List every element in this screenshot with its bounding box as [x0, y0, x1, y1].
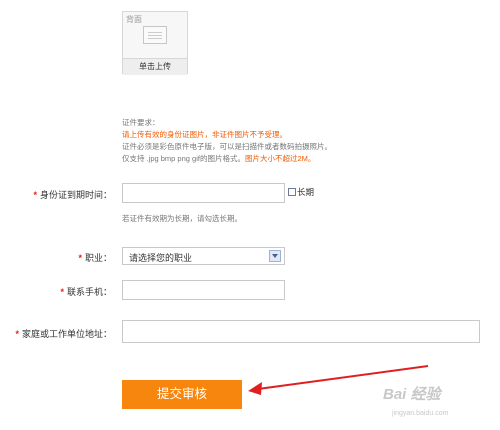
required-star: * — [78, 253, 82, 263]
format-note: 仅支持 .jpg bmp png gif的图片格式。 — [122, 154, 245, 163]
requirements-line-1: 请上传有效的身份证图片，非证件图片不予受理。 — [122, 129, 287, 140]
required-star: * — [33, 190, 37, 200]
required-star: * — [60, 287, 64, 297]
requirements-line-2: 证件必须是彩色原件电子版，可以是扫描件或者数码拍摄照片。 — [122, 142, 332, 151]
phone-label: * 联系手机： — [60, 285, 112, 298]
arrow-head — [248, 382, 262, 395]
id-back-upload-card[interactable]: 背面 单击上传 — [122, 11, 188, 75]
submit-review-button[interactable]: 提交审核 — [122, 380, 242, 409]
id-card-icon — [143, 26, 167, 44]
chevron-down-icon[interactable] — [269, 250, 281, 262]
longterm-label: 长期 — [297, 187, 315, 197]
phone-label-text: 联系手机： — [66, 287, 112, 297]
requirements-title: 证件要求： — [122, 118, 160, 127]
requirements-warning: 请上传有效的身份证图片，非证件图片不予受理。 — [122, 130, 287, 139]
size-limit-note: 图片大小不超过2M。 — [244, 154, 316, 163]
occupation-select[interactable]: 请选择您的职业 — [122, 247, 285, 265]
expiry-date-label: * 身份证到期时间： — [33, 188, 112, 201]
address-input[interactable] — [122, 320, 480, 343]
required-star: * — [15, 329, 19, 339]
expiry-date-label-text: 身份证到期时间： — [39, 190, 112, 200]
occupation-selected-value: 请选择您的职业 — [129, 253, 193, 263]
watermark-url: jingyan.baidu.com — [392, 410, 449, 417]
occupation-label-text: 职业： — [84, 253, 112, 263]
expiry-date-input[interactable] — [122, 183, 285, 203]
address-label-text: 家庭或工作单位地址： — [21, 329, 112, 339]
requirements-line-3: 仅支持 .jpg bmp png gif的图片格式。图片大小不超过2M。 — [122, 153, 315, 164]
longterm-checkbox[interactable] — [288, 188, 296, 196]
address-label: * 家庭或工作单位地址： — [15, 327, 112, 340]
baidu-watermark: Bai 经验 — [383, 386, 441, 403]
phone-input[interactable] — [122, 280, 285, 300]
expiry-hint: 若证件有效期为长期，请勾选长期。 — [122, 214, 242, 223]
occupation-label: * 职业： — [78, 251, 112, 264]
upload-button[interactable]: 单击上传 — [123, 58, 187, 75]
back-side-label: 背面 — [126, 15, 142, 24]
